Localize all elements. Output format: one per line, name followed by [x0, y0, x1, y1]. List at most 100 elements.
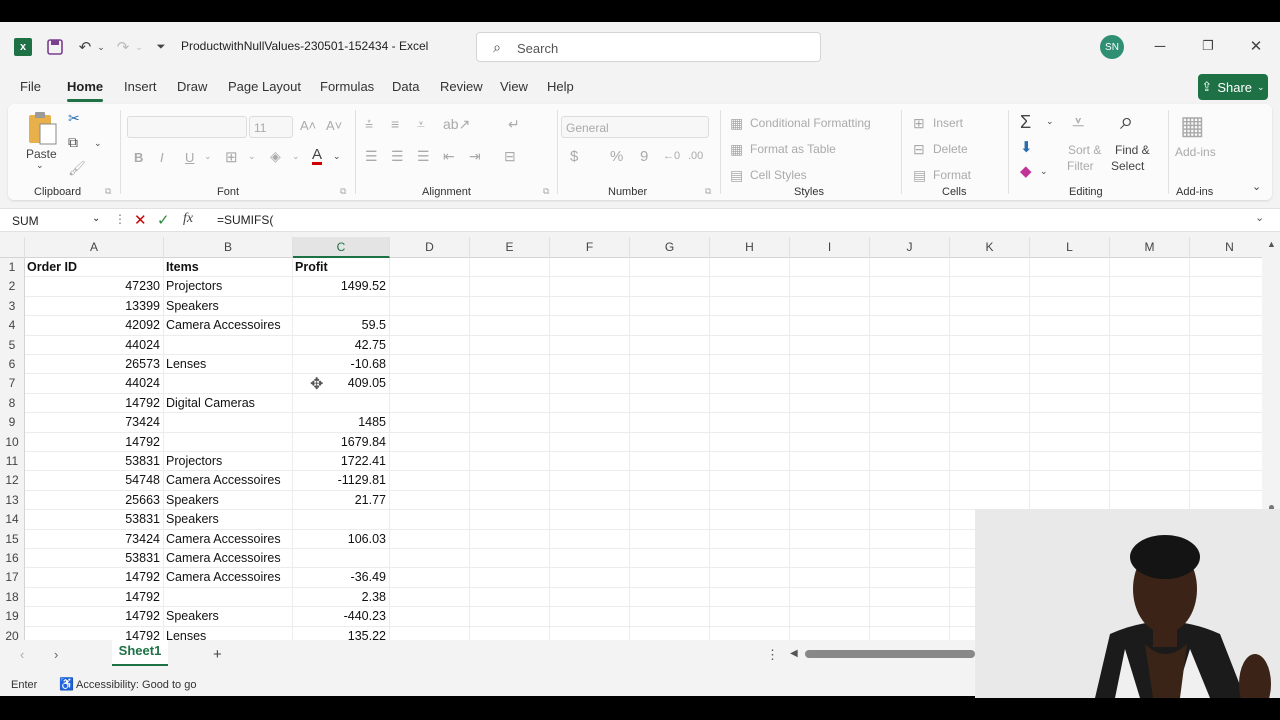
empty-cell[interactable]	[470, 393, 550, 414]
alignment-launcher-icon[interactable]: ⧉	[543, 186, 549, 197]
percent-button[interactable]: %	[610, 148, 623, 165]
empty-cell[interactable]	[1030, 490, 1110, 511]
formula-input[interactable]: =SUMIFS(	[217, 213, 273, 227]
cell-c14[interactable]	[293, 510, 390, 530]
empty-cell[interactable]	[550, 335, 630, 355]
empty-cell[interactable]	[550, 452, 630, 472]
tab-sheet1[interactable]: Sheet1	[112, 640, 168, 666]
empty-cell[interactable]	[790, 568, 870, 588]
select-all-corner[interactable]	[0, 237, 25, 258]
paste-dropdown-icon[interactable]: ⌄	[36, 160, 44, 171]
font-family-select[interactable]	[127, 116, 247, 138]
empty-cell[interactable]	[470, 568, 550, 588]
empty-cell[interactable]	[390, 568, 470, 588]
empty-cell[interactable]	[790, 393, 870, 414]
align-left-icon[interactable]: ☰	[365, 148, 378, 165]
scroll-left-icon[interactable]: ◀	[790, 648, 798, 659]
empty-cell[interactable]	[710, 607, 790, 627]
empty-cell[interactable]	[790, 452, 870, 472]
empty-cell[interactable]	[1190, 316, 1262, 336]
accessibility-status[interactable]: Accessibility: Good to go	[76, 679, 196, 691]
more-options-icon[interactable]: ⋮	[114, 212, 126, 226]
empty-cell[interactable]	[470, 510, 550, 530]
avatar[interactable]: SN	[1100, 35, 1124, 59]
cell-c4[interactable]: 59.5	[293, 316, 390, 336]
empty-cell[interactable]	[710, 432, 790, 452]
empty-cell[interactable]	[630, 335, 710, 355]
row-header[interactable]: 2	[0, 277, 25, 297]
align-bottom-icon[interactable]: ⩡	[417, 116, 425, 133]
empty-cell[interactable]	[470, 432, 550, 452]
column-header-i[interactable]: I	[790, 237, 870, 258]
empty-cell[interactable]	[1110, 296, 1190, 317]
cell-b7[interactable]	[164, 374, 293, 394]
fill-dropdown-icon[interactable]: ⌄	[292, 151, 300, 162]
cell-c16[interactable]	[293, 549, 390, 569]
name-box-dropdown-icon[interactable]: ⌄	[92, 213, 100, 224]
add-sheet-button[interactable]: +	[213, 646, 222, 663]
empty-cell[interactable]	[1190, 433, 1262, 452]
cell-a6[interactable]: 26573	[25, 355, 164, 375]
empty-cell[interactable]	[790, 355, 870, 375]
empty-cell[interactable]	[390, 374, 470, 394]
empty-cell[interactable]	[870, 335, 950, 355]
empty-cell[interactable]	[630, 568, 710, 588]
select-button[interactable]: Select	[1111, 159, 1144, 173]
insert-cells-icon[interactable]: ⊞	[913, 115, 925, 132]
empty-cell[interactable]	[950, 258, 1030, 278]
empty-cell[interactable]	[710, 355, 790, 375]
insert-cells-button[interactable]: Insert	[933, 116, 963, 130]
redo-dropdown-icon[interactable]: ⌄	[134, 39, 144, 55]
empty-cell[interactable]	[710, 374, 790, 394]
empty-cell[interactable]	[1190, 258, 1262, 278]
empty-cell[interactable]	[870, 471, 950, 491]
empty-cell[interactable]	[710, 587, 790, 608]
row-header[interactable]: 12	[0, 471, 25, 491]
empty-cell[interactable]	[1190, 471, 1262, 491]
empty-cell[interactable]	[390, 510, 470, 530]
empty-cell[interactable]	[550, 355, 630, 375]
row-header[interactable]: 8	[0, 393, 25, 414]
tab-home[interactable]: Home	[67, 79, 103, 94]
empty-cell[interactable]	[790, 587, 870, 608]
expand-formula-icon[interactable]: ⌄	[1255, 211, 1264, 224]
cell-b5[interactable]	[164, 335, 293, 355]
empty-cell[interactable]	[390, 335, 470, 355]
cell-c13[interactable]: 21.77	[293, 490, 390, 511]
empty-cell[interactable]	[470, 355, 550, 375]
decrease-indent-icon[interactable]: ⇤	[443, 148, 455, 165]
cell-a18[interactable]: 14792	[25, 587, 164, 608]
clear-icon[interactable]: ◆	[1020, 162, 1032, 180]
empty-cell[interactable]	[950, 490, 1030, 511]
empty-cell[interactable]	[470, 529, 550, 549]
empty-cell[interactable]	[470, 452, 550, 472]
share-button[interactable]: ⇪ Share ⌄	[1198, 74, 1268, 100]
increase-indent-icon[interactable]: ⇥	[469, 148, 481, 165]
tab-review[interactable]: Review	[440, 79, 483, 94]
empty-cell[interactable]	[710, 335, 790, 355]
column-header-l[interactable]: L	[1030, 237, 1110, 258]
cancel-icon[interactable]: ✕	[134, 211, 147, 229]
cell-a5[interactable]: 44024	[25, 335, 164, 355]
empty-cell[interactable]	[1190, 452, 1262, 472]
cell-b11[interactable]: Projectors	[164, 452, 293, 472]
empty-cell[interactable]	[950, 335, 1030, 355]
empty-cell[interactable]	[1190, 336, 1262, 355]
filter-button[interactable]: Filter	[1067, 159, 1094, 173]
column-header-f[interactable]: F	[550, 237, 630, 258]
empty-cell[interactable]	[550, 607, 630, 627]
column-header-b[interactable]: B	[164, 237, 293, 258]
empty-cell[interactable]	[1030, 393, 1110, 414]
empty-cell[interactable]	[1030, 335, 1110, 355]
empty-cell[interactable]	[390, 452, 470, 472]
empty-cell[interactable]	[790, 316, 870, 336]
empty-cell[interactable]	[550, 277, 630, 297]
empty-cell[interactable]	[630, 432, 710, 452]
empty-cell[interactable]	[710, 316, 790, 336]
empty-cell[interactable]	[1030, 316, 1110, 336]
empty-cell[interactable]	[1030, 374, 1110, 394]
cell-c1[interactable]: Profit	[293, 258, 390, 278]
conditional-formatting-button[interactable]: Conditional Formatting	[750, 116, 871, 130]
row-header[interactable]: 14	[0, 510, 25, 530]
row-header[interactable]: 4	[0, 316, 25, 336]
